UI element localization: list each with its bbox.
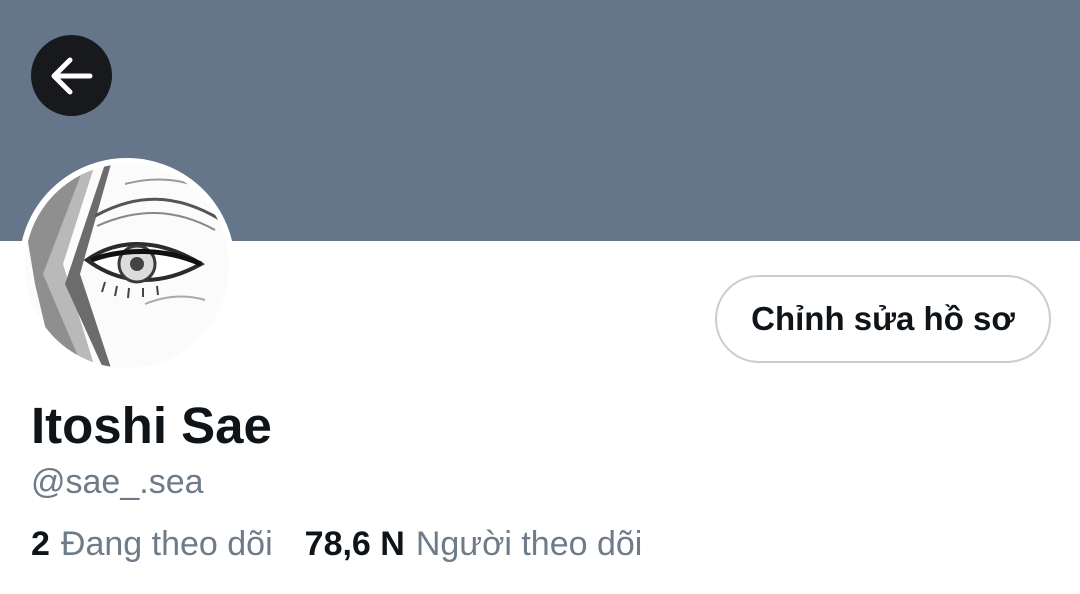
profile-page: Chỉnh sửa hồ sơ Itoshi Sae @sae_.sea 2 Đ… — [0, 0, 1080, 594]
following-count: 2 — [31, 525, 50, 563]
arrow-left-icon — [50, 56, 94, 96]
following-stat[interactable]: 2 Đang theo dõi — [31, 521, 273, 567]
display-name: Itoshi Sae — [31, 397, 272, 454]
followers-label: Người theo dõi — [415, 525, 643, 563]
follow-stats: 2 Đang theo dõi 78,6 N Người theo dõi — [31, 521, 642, 567]
back-button[interactable] — [31, 35, 112, 116]
username-handle: @sae_.sea — [31, 463, 204, 501]
following-label: Đang theo dõi — [60, 525, 273, 563]
followers-stat[interactable]: 78,6 N Người theo dõi — [305, 521, 643, 567]
avatar[interactable] — [25, 164, 229, 368]
edit-profile-button[interactable]: Chỉnh sửa hồ sơ — [715, 275, 1051, 363]
followers-count: 78,6 N — [304, 525, 405, 563]
